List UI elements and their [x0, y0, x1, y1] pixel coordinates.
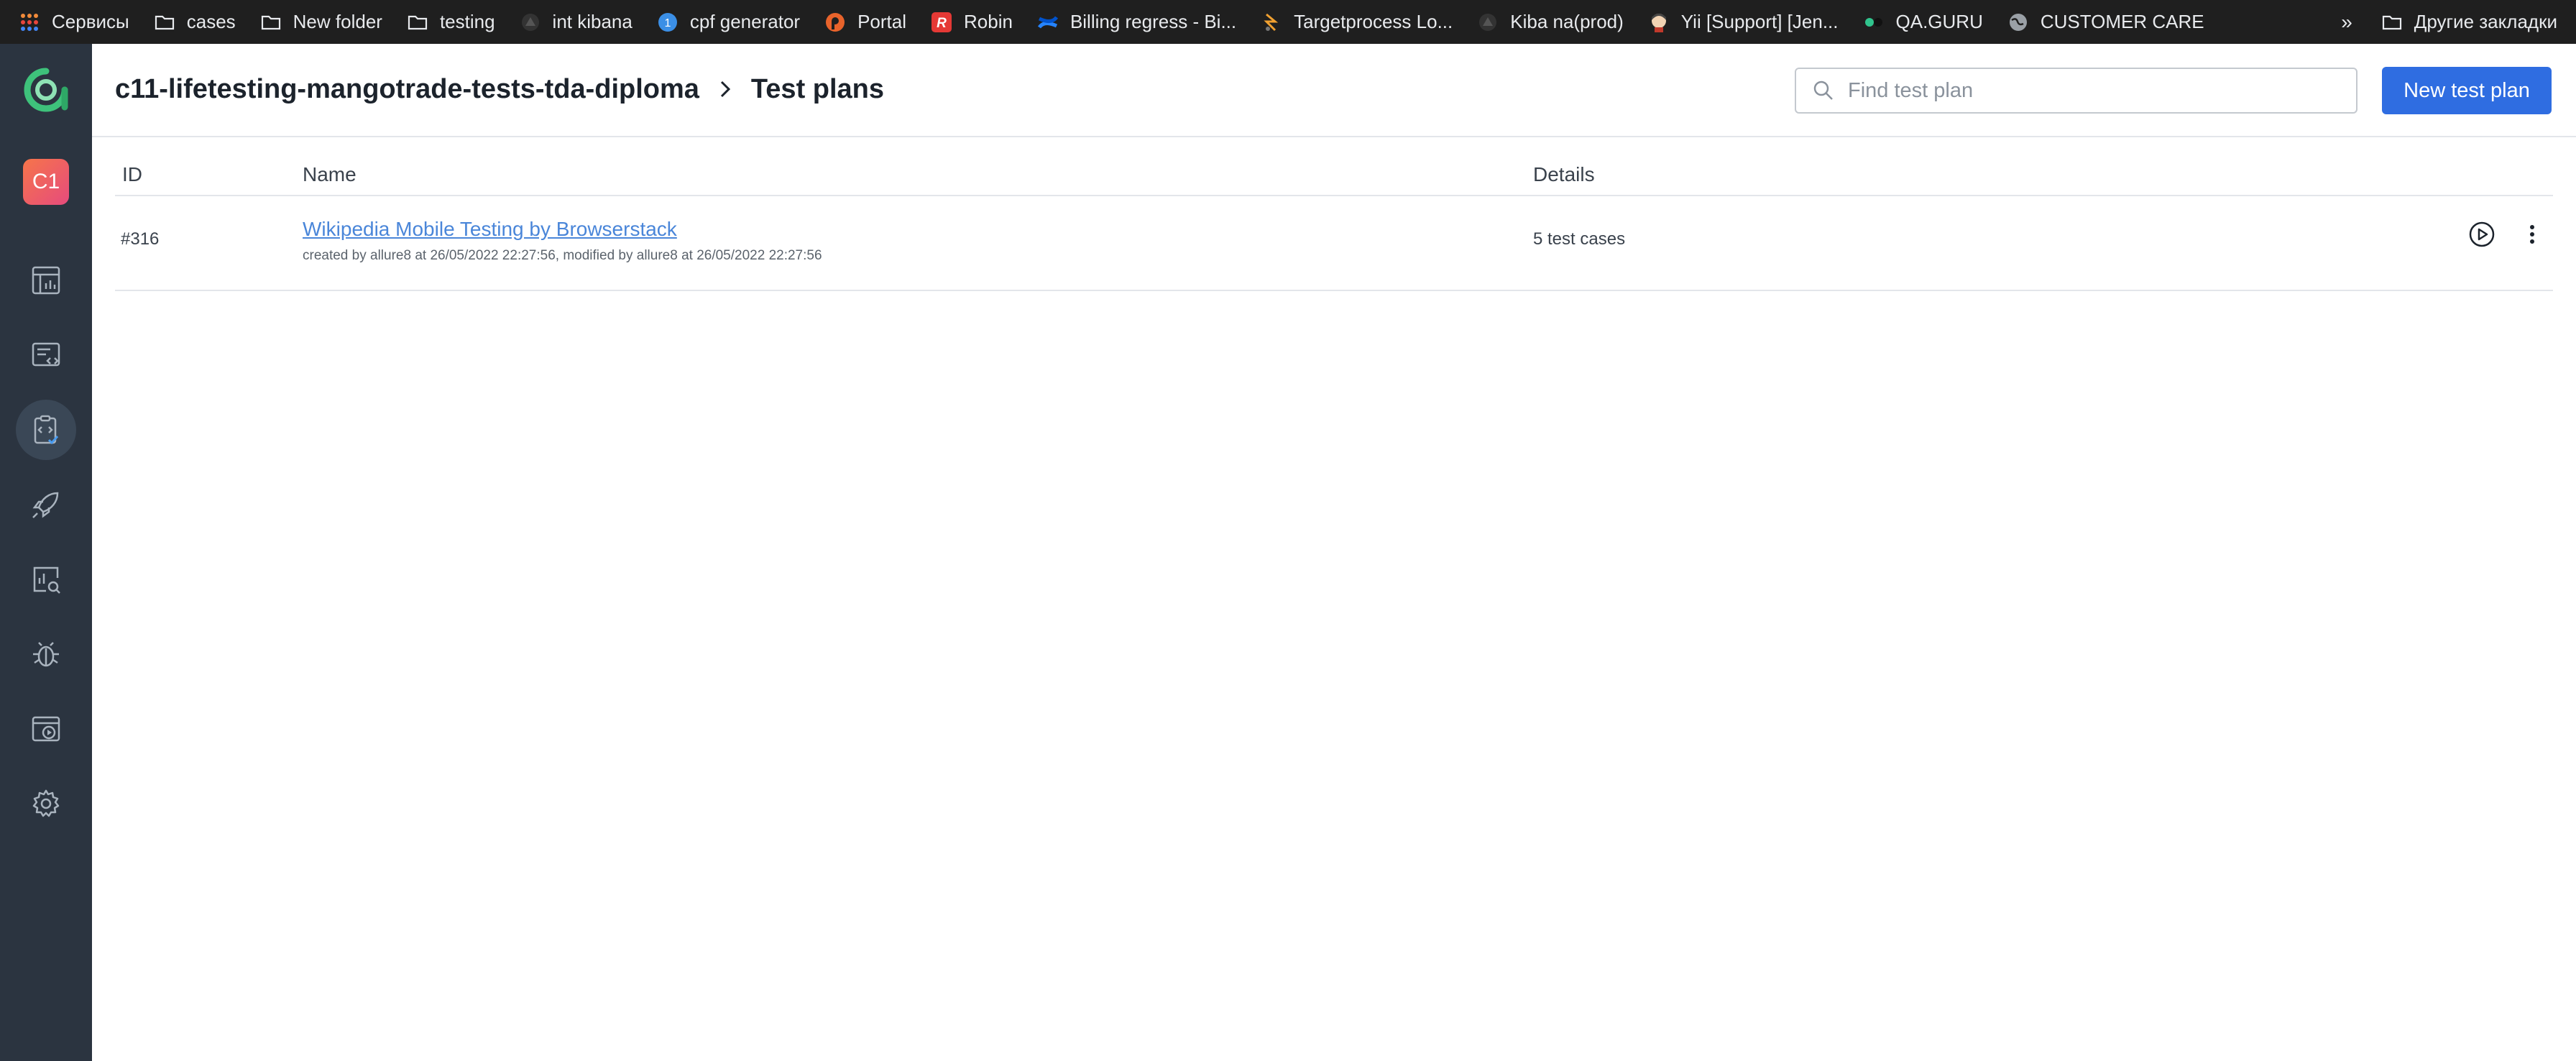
bug-icon [33, 642, 59, 667]
bookmark-services[interactable]: Сервисы [19, 0, 129, 44]
new-test-plan-button[interactable]: New test plan [2382, 67, 2552, 114]
confluence-icon [1037, 12, 1059, 33]
folder-icon [2381, 12, 2403, 33]
bookmark-kiba-prod[interactable]: Kiba na(prod) [1477, 0, 1624, 44]
folder-icon [260, 12, 282, 33]
row-actions-button[interactable] [2516, 218, 2549, 251]
breadcrumb-project[interactable]: c11-lifetesting-mangotrade-tests-tda-dip… [115, 74, 699, 105]
svg-text:R: R [937, 16, 947, 31]
test-cases-icon [32, 342, 60, 367]
bookmark-yii-support[interactable]: Yii [Support] [Jen... [1648, 0, 1839, 44]
bookmark-label: cases [186, 11, 236, 32]
bookmark-label: QA.GURU [1895, 11, 1983, 32]
bookmark-label: Portal [857, 11, 906, 32]
targetprocess-icon [1261, 12, 1282, 33]
cpf-icon: 1 [657, 12, 678, 33]
bookmark-targetprocess[interactable]: Targetprocess Lo... [1261, 0, 1453, 44]
svg-text:1: 1 [664, 17, 671, 29]
project-avatar[interactable]: C1 [23, 159, 69, 205]
bookmark-label: CUSTOMER CARE [2040, 11, 2204, 32]
bookmark-label: Сервисы [52, 11, 129, 32]
jobs-icon [32, 716, 60, 742]
bookmark-label: Kiba na(prod) [1510, 11, 1624, 32]
portal-icon [824, 12, 846, 33]
bookmark-cpf-generator[interactable]: 1 cpf generator [657, 0, 800, 44]
sidebar-item-dashboards[interactable] [16, 250, 76, 311]
analytics-icon [33, 566, 60, 594]
test-plans-icon [34, 415, 59, 445]
column-header-details[interactable]: Details [1533, 163, 1595, 186]
jenkins-icon [1648, 12, 1670, 33]
qaguru-icon [1863, 12, 1885, 33]
apps-grid-icon [19, 12, 40, 33]
bookmarks-bar: Сервисы cases New folder testing int kib… [0, 0, 2576, 44]
test-plans-table: ID Name Details #316 Wikipedia Mobile Te… [115, 137, 2553, 291]
bookmark-label: New folder [293, 11, 382, 32]
test-plan-link[interactable]: Wikipedia Mobile Testing by Browserstack [303, 218, 677, 240]
gear-icon [32, 789, 60, 817]
test-plan-name-cell: Wikipedia Mobile Testing by Browserstack… [303, 218, 822, 264]
test-plan-meta: created by allure8 at 26/05/2022 22:27:5… [303, 248, 822, 263]
bookmark-label: Billing regress - Bi... [1070, 11, 1237, 32]
bookmark-label: Targetprocess Lo... [1294, 11, 1453, 32]
bookmark-label: Yii [Support] [Jen... [1680, 11, 1839, 32]
bookmarks-right: » Другие закладки [2341, 0, 2557, 44]
search-input[interactable] [1848, 78, 2337, 103]
page-title: Test plans [750, 73, 885, 104]
breadcrumb: c11-lifetesting-mangotrade-tests-tda-dip… [115, 68, 884, 110]
test-plan-id: #316 [121, 229, 160, 249]
column-header-id[interactable]: ID [122, 163, 142, 186]
column-header-name[interactable]: Name [303, 163, 356, 186]
kibana-icon [520, 12, 541, 33]
other-bookmarks-label: Другие закладки [2414, 11, 2557, 32]
sidebar-item-test-cases[interactable] [16, 325, 76, 385]
other-bookmarks[interactable]: Другие закладки [2381, 0, 2557, 44]
bookmark-label: cpf generator [689, 11, 801, 32]
bookmark-robin[interactable]: R Robin [931, 0, 1013, 44]
bookmark-label: int kibana [552, 11, 632, 32]
sidebar-item-jobs[interactable] [16, 699, 76, 759]
bookmark-cases[interactable]: cases [154, 0, 236, 44]
bookmark-qa-guru[interactable]: QA.GURU [1863, 0, 1983, 44]
more-bookmarks-chevron[interactable]: » [2341, 11, 2352, 34]
sidebar-item-analytics[interactable] [16, 549, 76, 610]
folder-icon [407, 12, 428, 33]
page-header: c11-lifetesting-mangotrade-tests-tda-dip… [92, 44, 2576, 137]
test-plan-details: 5 test cases [1533, 229, 1626, 249]
table-header: ID Name Details [115, 137, 2553, 196]
bookmark-int-kibana[interactable]: int kibana [520, 0, 632, 44]
bookmark-testing[interactable]: testing [407, 0, 495, 44]
bookmark-label: Robin [964, 11, 1013, 32]
rocket-icon [32, 492, 59, 518]
sidebar: C1 [0, 44, 92, 1061]
kibana-icon [1477, 12, 1499, 33]
search-icon [1813, 81, 1833, 100]
bookmark-customer-care[interactable]: CUSTOMER CARE [2007, 0, 2204, 44]
globe-icon [2007, 12, 2029, 33]
chevron-right-icon [718, 78, 732, 100]
allure-logo-icon[interactable] [23, 67, 69, 113]
table-row[interactable]: #316 Wikipedia Mobile Testing by Browser… [115, 196, 2553, 291]
bookmark-label: testing [439, 11, 495, 32]
search-box [1795, 68, 2358, 114]
bookmark-billing-regress[interactable]: Billing regress - Bi... [1037, 0, 1236, 44]
run-test-plan-button[interactable] [2465, 218, 2498, 251]
sidebar-item-test-plans[interactable] [16, 400, 76, 460]
bookmark-portal[interactable]: Portal [824, 0, 906, 44]
robin-icon: R [931, 12, 952, 33]
dashboard-icon [32, 266, 60, 295]
sidebar-item-launches[interactable] [16, 474, 76, 535]
play-circle-icon [2469, 221, 2495, 247]
bookmark-new-folder[interactable]: New folder [260, 0, 382, 44]
folder-icon [154, 12, 175, 33]
sidebar-item-settings[interactable] [16, 773, 76, 834]
sidebar-item-defects[interactable] [16, 624, 76, 684]
more-vertical-icon [2530, 225, 2534, 244]
